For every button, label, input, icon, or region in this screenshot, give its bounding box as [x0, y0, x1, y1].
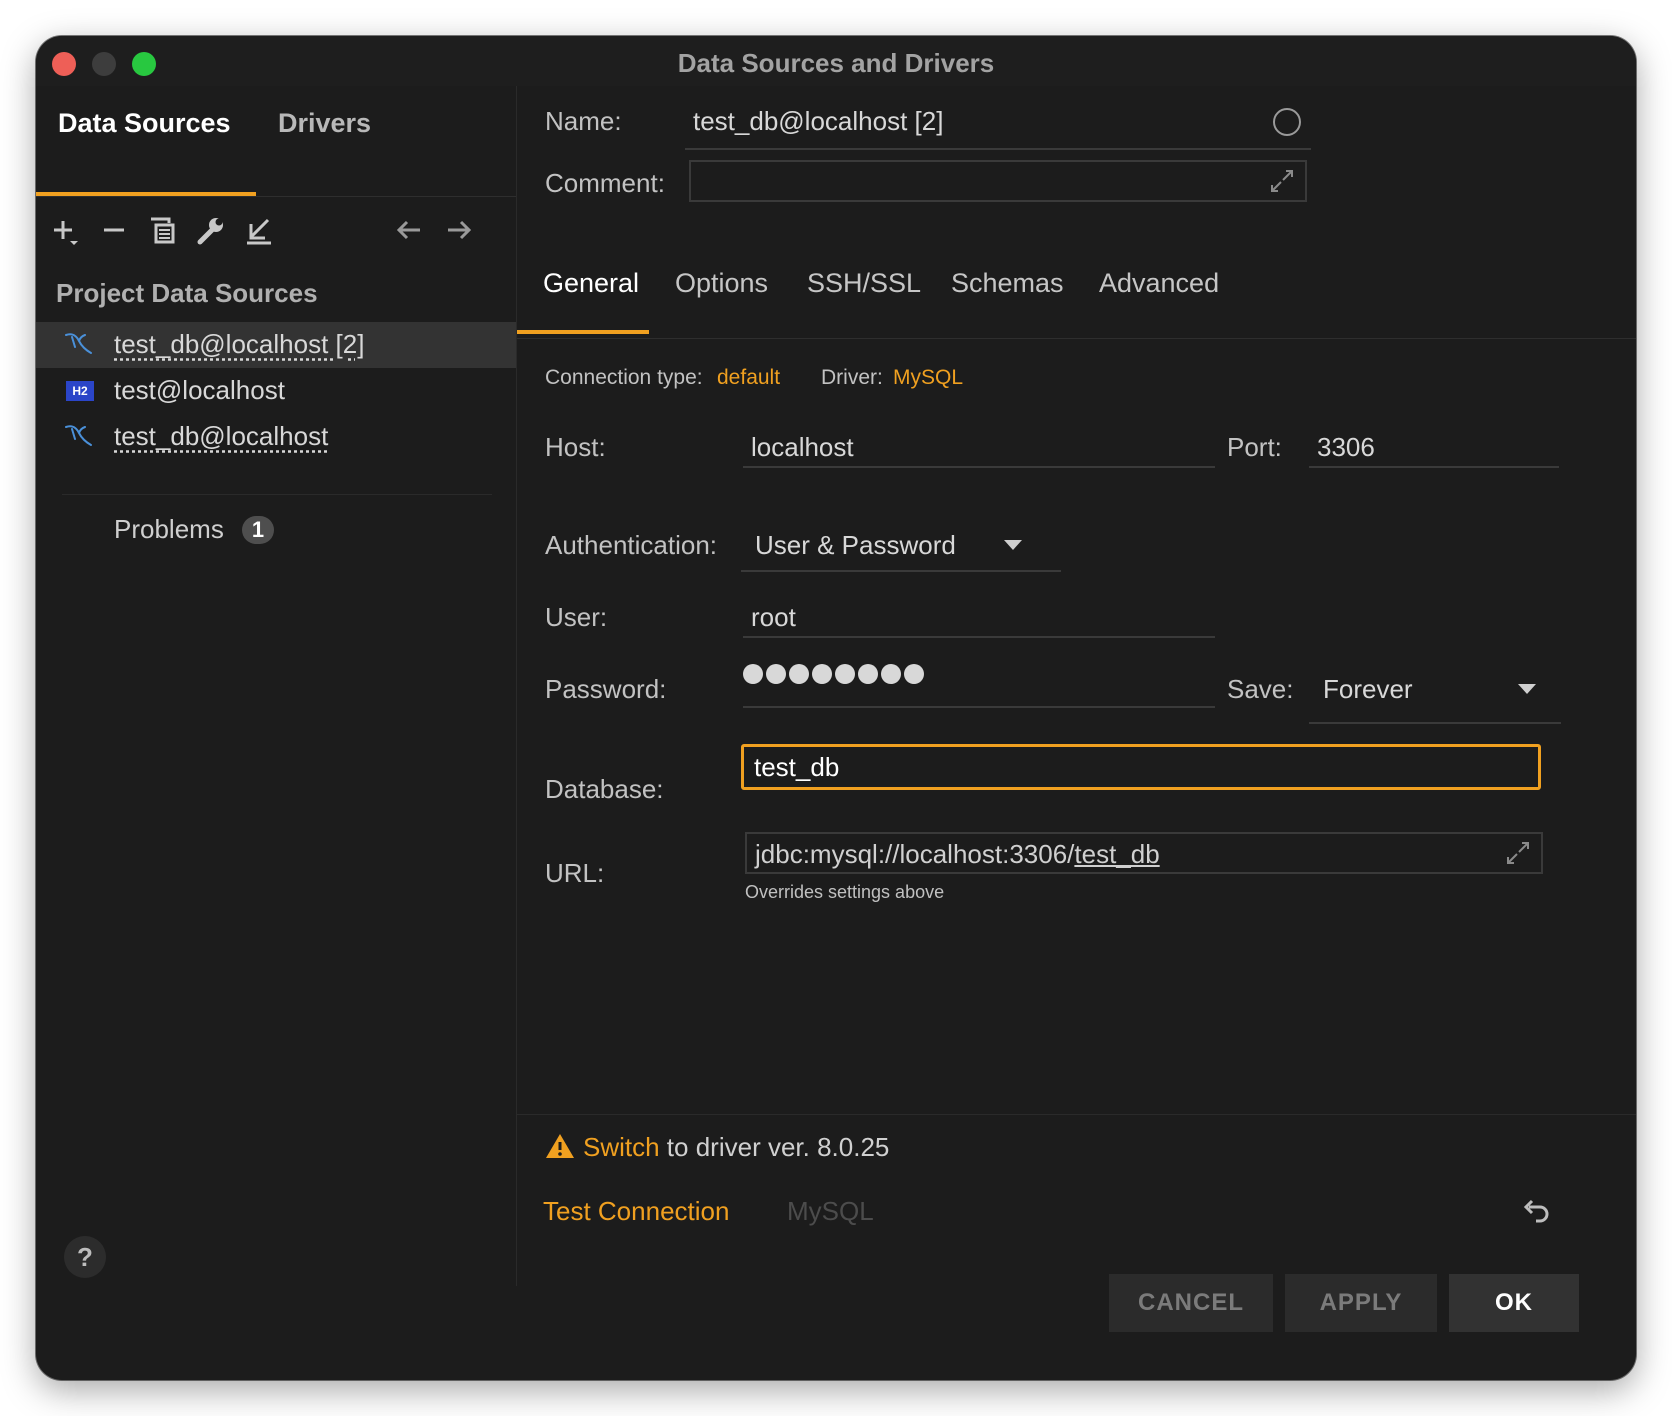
authentication-label: Authentication:	[545, 530, 718, 560]
chevron-down-icon[interactable]	[1517, 682, 1537, 700]
warning-icon	[545, 1132, 575, 1165]
test-connection-link[interactable]: Test Connection	[543, 1196, 729, 1227]
project-data-sources-heading: Project Data Sources	[56, 278, 318, 308]
help-button[interactable]: ?	[64, 1236, 106, 1278]
user-field-underline	[743, 636, 1215, 638]
tab-data-sources[interactable]: Data Sources	[58, 108, 231, 139]
data-source-label: test@localhost	[114, 375, 285, 405]
connection-settings-panel: Name: test_db@localhost [2] Comment: Gen…	[517, 86, 1636, 1336]
url-label: URL:	[545, 858, 605, 888]
tab-advanced[interactable]: Advanced	[1099, 268, 1219, 299]
password-dot	[812, 664, 832, 684]
database-value: test_db	[754, 752, 840, 782]
password-dot	[858, 664, 878, 684]
name-field-underline	[685, 148, 1311, 150]
import-icon[interactable]	[242, 214, 276, 248]
user-input[interactable]: root	[751, 602, 796, 633]
port-input[interactable]: 3306	[1317, 432, 1375, 463]
data-source-item[interactable]: H2 test@localhost	[36, 368, 516, 414]
port-field-underline	[1309, 466, 1559, 468]
name-label: Name:	[545, 106, 622, 136]
comment-input[interactable]	[689, 160, 1307, 202]
save-select[interactable]: Forever	[1323, 674, 1413, 705]
window-title: Data Sources and Drivers	[677, 48, 995, 78]
password-label: Password:	[545, 674, 667, 704]
database-label: Database:	[545, 774, 664, 804]
url-input[interactable]: jdbc:mysql://localhost:3306/test_db	[745, 832, 1543, 874]
password-field-underline	[743, 706, 1215, 708]
duplicate-icon[interactable]	[146, 214, 180, 248]
comment-label: Comment:	[545, 168, 665, 198]
data-source-label: test_db@localhost [2]	[114, 329, 365, 359]
url-text: jdbc:mysql://localhost:3306/test_db	[755, 839, 1160, 870]
authentication-select[interactable]: User & Password	[755, 530, 956, 561]
ok-button[interactable]: OK	[1449, 1274, 1579, 1332]
port-label: Port:	[1227, 432, 1282, 462]
back-arrow-icon[interactable]	[392, 214, 426, 248]
expand-icon[interactable]	[1505, 840, 1531, 871]
host-label: Host:	[545, 432, 606, 462]
title-bar: Data Sources and Drivers	[36, 36, 1636, 86]
password-dot	[743, 664, 763, 684]
user-label: User:	[545, 602, 608, 632]
connection-type-link[interactable]: default	[717, 366, 780, 390]
tab-ssh-ssl[interactable]: SSH/SSL	[807, 268, 921, 299]
tab-options[interactable]: Options	[675, 268, 768, 299]
active-tab-indicator	[517, 330, 649, 334]
list-divider	[62, 494, 492, 495]
url-prefix: jdbc:mysql://localhost:3306/	[755, 839, 1075, 869]
data-sources-dialog: Data Sources and Drivers Data Sources Dr…	[36, 36, 1636, 1380]
color-circle-icon[interactable]	[1273, 108, 1301, 136]
mysql-icon	[64, 331, 94, 364]
left-panel: Data Sources Drivers Project Data Source…	[36, 86, 517, 1286]
tab-schemas[interactable]: Schemas	[951, 268, 1064, 299]
url-hint: Overrides settings above	[745, 882, 945, 902]
password-input[interactable]	[743, 664, 927, 689]
data-source-label: test_db@localhost	[114, 421, 329, 451]
tab-drivers[interactable]: Drivers	[278, 108, 371, 139]
driver-warning: Switch to driver ver. 8.0.25	[583, 1132, 889, 1163]
database-input[interactable]: test_db	[741, 744, 1541, 790]
driver-label: Driver:	[821, 366, 883, 389]
password-dot	[789, 664, 809, 684]
chevron-down-icon[interactable]	[1003, 538, 1023, 556]
expand-icon[interactable]	[1269, 168, 1295, 199]
driver-link[interactable]: MySQL	[893, 366, 963, 390]
password-dot	[881, 664, 901, 684]
save-underline	[1309, 722, 1561, 724]
tab-general[interactable]: General	[543, 268, 639, 299]
mysql-icon	[64, 423, 94, 456]
footer-divider	[517, 1114, 1636, 1115]
add-icon[interactable]	[50, 214, 84, 248]
data-source-item[interactable]: test_db@localhost [2]	[36, 322, 516, 368]
save-label: Save:	[1227, 674, 1294, 704]
url-database-link[interactable]: test_db	[1074, 839, 1159, 869]
cancel-button[interactable]: CANCEL	[1109, 1274, 1273, 1332]
remove-icon[interactable]	[98, 214, 132, 248]
host-field-underline	[743, 466, 1215, 468]
driver-hint: MySQL	[787, 1196, 874, 1226]
password-dot	[835, 664, 855, 684]
revert-icon[interactable]	[1521, 1196, 1551, 1231]
wrench-icon[interactable]	[194, 214, 228, 248]
tabs-divider	[517, 338, 1636, 339]
switch-driver-link[interactable]: Switch	[583, 1132, 660, 1162]
forward-arrow-icon[interactable]	[442, 214, 476, 248]
warning-text: to driver ver. 8.0.25	[659, 1132, 890, 1162]
h2-icon: H2	[66, 381, 94, 401]
problems-link[interactable]: Problems	[114, 514, 224, 545]
password-dot	[904, 664, 924, 684]
connection-type-label: Connection type:	[545, 366, 703, 389]
authentication-underline	[741, 570, 1061, 572]
data-source-item[interactable]: test_db@localhost	[36, 414, 516, 460]
problems-count-badge: 1	[242, 516, 274, 544]
tabs-divider	[36, 196, 516, 197]
name-input[interactable]: test_db@localhost [2]	[693, 106, 943, 137]
host-input[interactable]: localhost	[751, 432, 854, 463]
apply-button[interactable]: APPLY	[1285, 1274, 1437, 1332]
password-dot	[766, 664, 786, 684]
